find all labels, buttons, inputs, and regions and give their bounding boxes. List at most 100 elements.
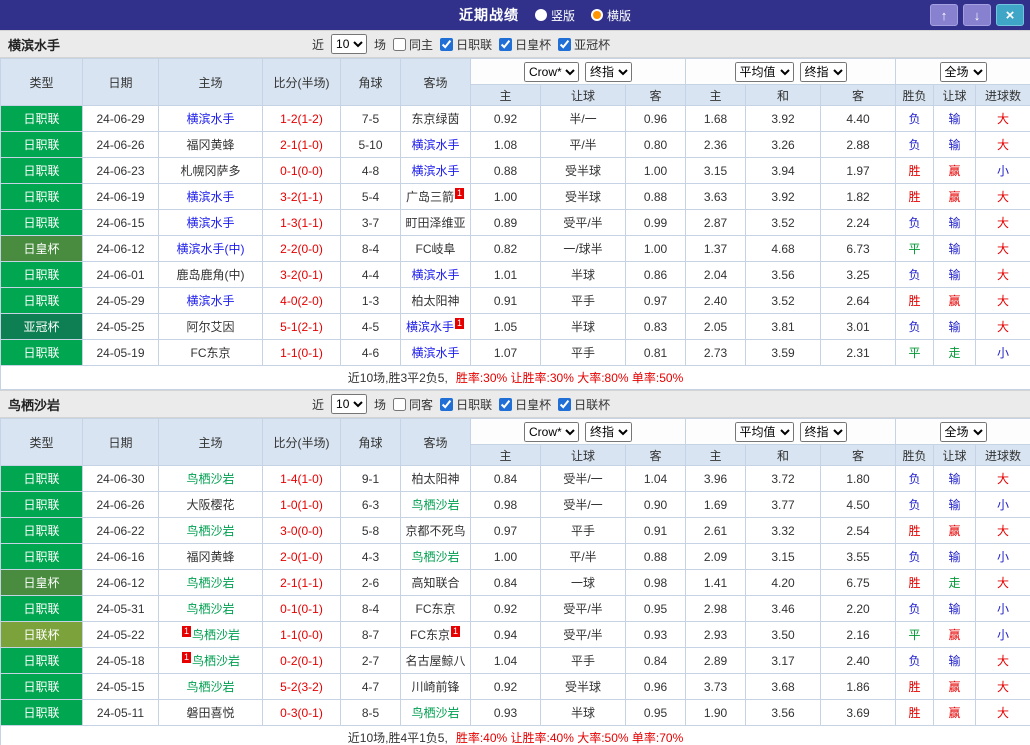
same-venue-checkbox[interactable]: 同主 bbox=[393, 36, 433, 53]
result-handicap: 赢 bbox=[933, 183, 977, 210]
result-goals: 小 bbox=[975, 157, 1030, 184]
league-filter-checkbox-box[interactable] bbox=[558, 37, 572, 51]
score: 2-1(1-1) bbox=[262, 569, 341, 596]
match-count-select[interactable]: 10 bbox=[331, 34, 368, 54]
home-team: 鸟栖沙岩 bbox=[158, 569, 263, 596]
league-filter-checkbox[interactable]: 亚冠杯 bbox=[558, 36, 610, 53]
window-title: 近期战绩 bbox=[458, 7, 519, 23]
crow-handicap: 受半/一 bbox=[540, 465, 626, 492]
result-outcome: 负 bbox=[895, 647, 935, 674]
score: 3-0(0-0) bbox=[262, 517, 341, 544]
avg-draw-odds: 3.52 bbox=[745, 209, 822, 236]
scope-select[interactable]: 全场 bbox=[939, 421, 987, 442]
home-team: 磐田喜悦 bbox=[158, 699, 263, 726]
league-filter-checkbox-box[interactable] bbox=[499, 397, 513, 411]
subcolumn-header: 胜负 bbox=[895, 84, 935, 106]
odds-stage-select[interactable]: 终指 bbox=[799, 61, 847, 82]
match-date: 24-06-12 bbox=[82, 235, 159, 262]
avg-away-odds: 2.16 bbox=[820, 621, 897, 648]
avg-home-odds: 2.87 bbox=[685, 209, 747, 236]
near-label: 近 bbox=[312, 397, 325, 412]
match-row: 日职联 24-06-01 鹿岛鹿角(中) 3-2(0-1) 4-4 横滨水手 1.01 半球 0… bbox=[0, 261, 1030, 288]
result-handicap: 输 bbox=[933, 595, 977, 622]
radio-vertical-layout[interactable]: 竖版 bbox=[534, 7, 575, 24]
league-badge: 日联杯 bbox=[0, 621, 83, 648]
home-team: 1 鸟栖沙岩 bbox=[158, 621, 263, 648]
league-filter-checkbox-box[interactable] bbox=[499, 37, 513, 51]
match-count-select[interactable]: 10 bbox=[331, 394, 368, 414]
home-team: 横滨水手(中) bbox=[158, 235, 263, 262]
league-filter-checkbox[interactable]: 日皇杯 bbox=[499, 36, 551, 53]
crow-home-odds: 1.04 bbox=[470, 647, 541, 674]
avg-away-odds: 6.75 bbox=[820, 569, 897, 596]
result-handicap: 走 bbox=[933, 569, 977, 596]
corner-score: 4-6 bbox=[340, 339, 401, 366]
average-select[interactable]: 平均值 bbox=[734, 61, 794, 82]
home-team: 札幌冈萨多 bbox=[158, 157, 263, 184]
scope-select[interactable]: 全场 bbox=[939, 61, 987, 82]
league-filter-checkbox[interactable]: 日联杯 bbox=[558, 396, 610, 413]
section-header: 鸟栖沙岩 近 10 场 同客 日职联 日皇杯 日联杯 bbox=[0, 390, 1030, 418]
scope-select-cell: 全场 bbox=[895, 418, 1030, 445]
same-venue-checkbox-box[interactable] bbox=[393, 397, 407, 411]
crow-handicap: 一球 bbox=[540, 569, 626, 596]
away-team: 东京绿茵 bbox=[400, 105, 471, 132]
score: 1-1(0-1) bbox=[262, 339, 341, 366]
average-select[interactable]: 平均值 bbox=[734, 421, 794, 442]
match-row: 亚冠杯 24-05-25 阿尔艾因 5-1(2-1) 4-5 横滨水手 1 1.05 半球 0.8… bbox=[0, 313, 1030, 340]
same-venue-checkbox-box[interactable] bbox=[393, 37, 407, 51]
avg-draw-odds: 4.68 bbox=[745, 235, 822, 262]
match-row: 日职联 24-06-16 福冈黄蜂 2-0(1-0) 4-3 鸟栖沙岩 1.00 平/半 0.8… bbox=[0, 543, 1030, 570]
avg-away-odds: 1.86 bbox=[820, 673, 897, 700]
away-team: 川崎前锋 bbox=[400, 673, 471, 700]
same-venue-checkbox[interactable]: 同客 bbox=[393, 396, 433, 413]
crow-away-odds: 0.84 bbox=[624, 647, 687, 674]
avg-draw-odds: 3.77 bbox=[745, 491, 822, 518]
corner-score: 4-5 bbox=[340, 313, 401, 340]
league-filter-checkbox-box[interactable] bbox=[440, 397, 454, 411]
league-badge: 日职联 bbox=[0, 673, 83, 700]
league-filter-checkbox[interactable]: 日职联 bbox=[440, 36, 492, 53]
score: 2-0(1-0) bbox=[262, 543, 341, 570]
close-button[interactable]: × bbox=[996, 4, 1024, 26]
bookmaker-select[interactable]: Crow* bbox=[524, 61, 579, 82]
home-team: 鸟栖沙岩 bbox=[158, 673, 263, 700]
summary: 近10场,胜3平2负5, 胜率:30% 让胜率:30% 大率:80% 单率:50% bbox=[0, 365, 1030, 390]
odds-stage-select[interactable]: 终指 bbox=[585, 421, 632, 442]
crow-handicap: 受平/半 bbox=[540, 209, 626, 236]
bookmaker-select-cell: Crow* 终指 bbox=[469, 418, 687, 445]
corner-score: 9-1 bbox=[340, 465, 401, 492]
corner-score: 5-10 bbox=[340, 131, 401, 158]
bookmaker-select[interactable]: Crow* bbox=[524, 421, 579, 442]
result-outcome: 胜 bbox=[895, 673, 935, 700]
scroll-down-button[interactable]: ↓ bbox=[963, 4, 991, 26]
titlebar-center: 近期战绩 竖版 横版 bbox=[459, 5, 631, 25]
avg-away-odds: 3.69 bbox=[820, 699, 897, 726]
team-name: 横滨水手 bbox=[8, 37, 61, 53]
league-filter-checkbox-box[interactable] bbox=[558, 397, 572, 411]
radio-horizontal-layout[interactable]: 横版 bbox=[591, 7, 631, 24]
score: 3-2(0-1) bbox=[262, 261, 341, 288]
recent-results-window: 近期战绩 竖版 横版 ↑ ↓ × 横滨水手近 10 场同主 日职联 日皇杯 亚冠杯 类型 日期… bbox=[0, 0, 1030, 745]
league-filter-checkbox-box[interactable] bbox=[440, 37, 454, 51]
odds-stage-select[interactable]: 终指 bbox=[585, 61, 632, 82]
corner-score: 3-7 bbox=[340, 209, 401, 236]
scroll-up-button[interactable]: ↑ bbox=[930, 4, 958, 26]
corner-score: 5-8 bbox=[340, 517, 401, 544]
subcolumn-header: 让球 bbox=[540, 444, 626, 466]
corner-score: 8-4 bbox=[340, 235, 401, 262]
result-handicap: 走 bbox=[933, 339, 977, 366]
odds-stage-select[interactable]: 终指 bbox=[799, 421, 847, 442]
column-header: 日期 bbox=[82, 418, 159, 466]
average-select-cell: 平均值 终指 bbox=[685, 418, 897, 445]
away-team: 横滨水手 bbox=[400, 131, 471, 158]
league-filter-checkbox[interactable]: 日皇杯 bbox=[499, 396, 551, 413]
result-handicap: 输 bbox=[933, 131, 977, 158]
league-filter-checkbox[interactable]: 日职联 bbox=[440, 396, 492, 413]
close-icon: × bbox=[1005, 6, 1015, 24]
result-handicap: 输 bbox=[933, 209, 977, 236]
score: 1-3(1-1) bbox=[262, 209, 341, 236]
subcolumn-header: 进球数 bbox=[975, 84, 1030, 106]
result-handicap: 输 bbox=[933, 465, 977, 492]
match-date: 24-05-31 bbox=[82, 595, 159, 622]
